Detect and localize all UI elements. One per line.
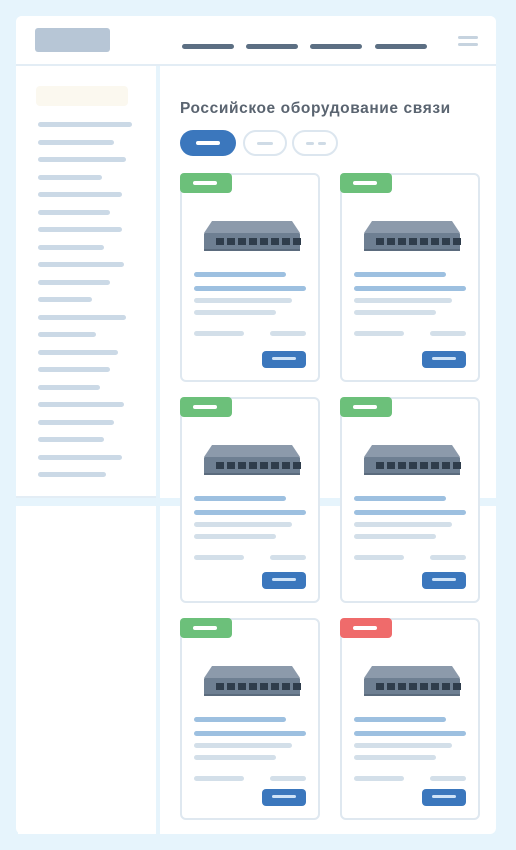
product-desc-line bbox=[354, 310, 436, 315]
network-switch-icon bbox=[202, 219, 302, 253]
product-meta bbox=[354, 331, 404, 336]
sidebar bbox=[16, 66, 158, 498]
buy-button[interactable] bbox=[262, 789, 306, 806]
sidebar-heading bbox=[36, 86, 128, 106]
sidebar-item[interactable] bbox=[38, 262, 124, 267]
header bbox=[16, 16, 496, 66]
sidebar-item[interactable] bbox=[38, 419, 114, 425]
nav-link-1[interactable] bbox=[182, 44, 234, 49]
product-meta bbox=[194, 555, 244, 560]
sidebar-item[interactable] bbox=[38, 297, 92, 302]
sidebar-item[interactable] bbox=[38, 209, 110, 215]
logo[interactable] bbox=[35, 28, 110, 52]
product-title-line bbox=[354, 731, 466, 736]
sidebar-item[interactable] bbox=[38, 192, 122, 197]
status-badge bbox=[180, 173, 232, 193]
filter-pill-1[interactable] bbox=[180, 130, 236, 156]
product-card[interactable] bbox=[340, 618, 480, 820]
status-badge bbox=[340, 397, 392, 417]
product-desc-line bbox=[194, 743, 292, 748]
product-title-line bbox=[354, 496, 446, 501]
product-meta bbox=[430, 555, 466, 560]
product-title-line bbox=[354, 510, 466, 515]
sidebar-lower-panel bbox=[18, 506, 154, 834]
sidebar-item[interactable] bbox=[38, 402, 124, 407]
product-title-line bbox=[194, 510, 306, 515]
buy-button[interactable] bbox=[262, 351, 306, 368]
sidebar-item[interactable] bbox=[38, 227, 122, 232]
product-desc-line bbox=[194, 310, 276, 315]
status-badge bbox=[340, 173, 392, 193]
column-divider bbox=[156, 66, 160, 834]
product-card[interactable] bbox=[340, 397, 480, 603]
sidebar-item[interactable] bbox=[38, 367, 110, 372]
sidebar-item[interactable] bbox=[38, 384, 100, 390]
sidebar-item[interactable] bbox=[38, 139, 114, 145]
sidebar-item[interactable] bbox=[38, 174, 102, 180]
product-card[interactable] bbox=[180, 173, 320, 382]
product-title-line bbox=[354, 717, 446, 722]
product-desc-line bbox=[194, 534, 276, 539]
product-desc-line bbox=[354, 522, 452, 527]
product-card[interactable] bbox=[180, 397, 320, 603]
sidebar-item[interactable] bbox=[38, 314, 126, 320]
product-meta bbox=[194, 331, 244, 336]
network-switch-icon bbox=[362, 443, 462, 477]
buy-button[interactable] bbox=[262, 572, 306, 589]
buy-button[interactable] bbox=[422, 789, 466, 806]
product-meta bbox=[194, 776, 244, 781]
sidebar-item[interactable] bbox=[38, 437, 104, 442]
buy-button[interactable] bbox=[422, 572, 466, 589]
sidebar-item[interactable] bbox=[38, 157, 126, 162]
sidebar-item[interactable] bbox=[38, 454, 122, 460]
buy-button[interactable] bbox=[422, 351, 466, 368]
status-badge bbox=[180, 618, 232, 638]
product-title-line bbox=[194, 731, 306, 736]
filter-pill-3[interactable] bbox=[292, 130, 338, 156]
sidebar-item[interactable] bbox=[38, 279, 110, 285]
product-title-line bbox=[194, 717, 286, 722]
product-meta bbox=[430, 776, 466, 781]
network-switch-icon bbox=[202, 443, 302, 477]
nav-link-3[interactable] bbox=[310, 44, 362, 49]
product-title-line bbox=[354, 272, 446, 277]
product-meta bbox=[354, 776, 404, 781]
status-badge bbox=[180, 397, 232, 417]
network-switch-icon bbox=[362, 664, 462, 698]
sidebar-item[interactable] bbox=[38, 332, 96, 337]
product-meta bbox=[270, 776, 306, 781]
product-meta bbox=[270, 555, 306, 560]
product-desc-line bbox=[194, 755, 276, 760]
product-desc-line bbox=[354, 755, 436, 760]
sidebar-item[interactable] bbox=[38, 472, 106, 477]
product-title-line bbox=[354, 286, 466, 291]
nav-link-4[interactable] bbox=[375, 44, 427, 49]
nav-link-2[interactable] bbox=[246, 44, 298, 49]
product-title-line bbox=[194, 286, 306, 291]
product-desc-line bbox=[354, 298, 452, 303]
filter-pill-2[interactable] bbox=[243, 130, 287, 156]
product-title-line bbox=[194, 496, 286, 501]
product-card[interactable] bbox=[180, 618, 320, 820]
product-meta bbox=[354, 555, 404, 560]
product-meta bbox=[270, 331, 306, 336]
product-card[interactable] bbox=[340, 173, 480, 382]
network-switch-icon bbox=[202, 664, 302, 698]
product-desc-line bbox=[354, 534, 436, 539]
product-desc-line bbox=[194, 522, 292, 527]
hamburger-icon[interactable] bbox=[458, 36, 478, 48]
product-desc-line bbox=[354, 743, 452, 748]
network-switch-icon bbox=[362, 219, 462, 253]
product-title-line bbox=[194, 272, 286, 277]
product-desc-line bbox=[194, 298, 292, 303]
sidebar-item[interactable] bbox=[38, 349, 118, 355]
product-meta bbox=[430, 331, 466, 336]
sidebar-item[interactable] bbox=[38, 244, 104, 250]
page-title: Российское оборудование связи bbox=[180, 100, 451, 117]
status-badge bbox=[340, 618, 392, 638]
sidebar-item[interactable] bbox=[38, 122, 132, 127]
